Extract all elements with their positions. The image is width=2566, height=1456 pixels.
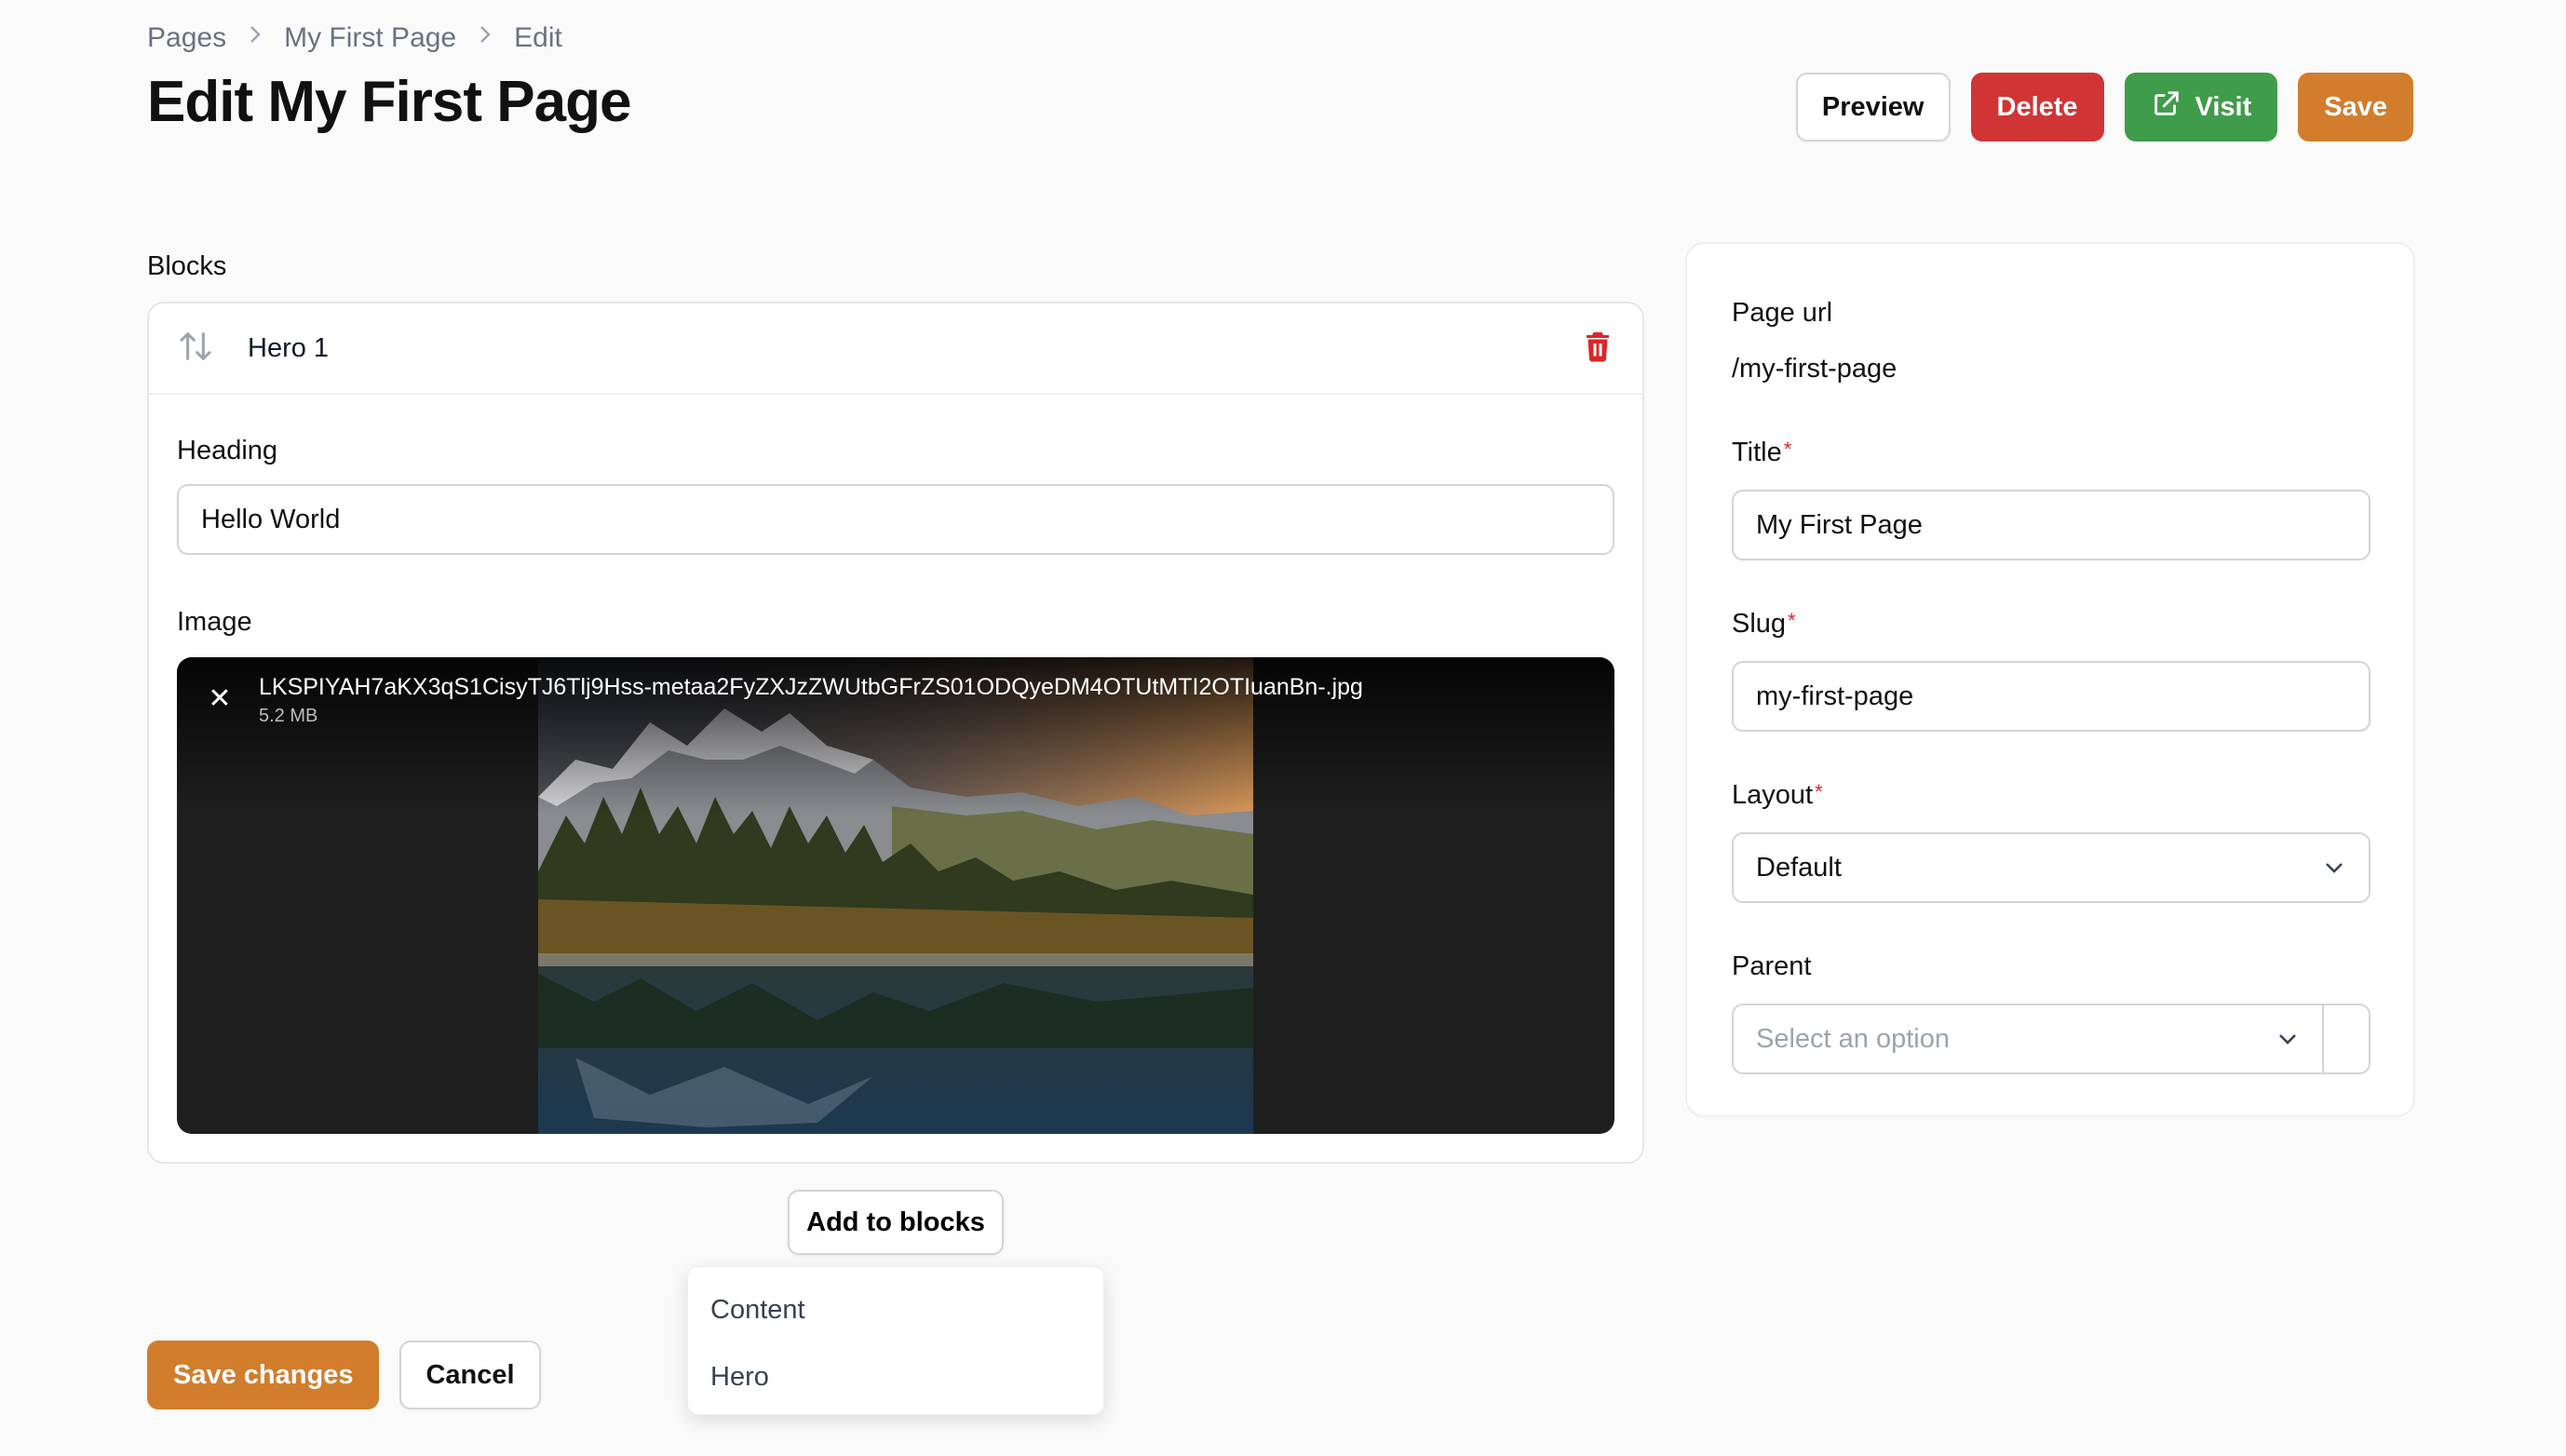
layout-select[interactable]: Default — [1732, 832, 2370, 903]
breadcrumb-pages[interactable]: Pages — [147, 22, 226, 54]
title-value: My First Page — [1756, 509, 1923, 540]
page-title: Edit My First Page — [147, 70, 631, 134]
close-icon[interactable]: ✕ — [199, 678, 240, 719]
file-size: 5.2 MB — [259, 706, 318, 726]
title-input[interactable]: My First Page — [1732, 490, 2370, 560]
footer-actions: Save changes Cancel — [147, 1341, 541, 1409]
layout-label-text: Layout — [1732, 780, 1814, 810]
slug-value: my-first-page — [1756, 681, 1914, 711]
page-url-label: Page url — [1732, 298, 1833, 328]
parent-placeholder: Select an option — [1756, 1023, 1950, 1054]
title-label-text: Title — [1732, 438, 1782, 467]
menu-item-hero[interactable]: Hero — [688, 1343, 1103, 1410]
breadcrumb-edit: Edit — [514, 22, 562, 53]
required-mark: * — [1783, 438, 1792, 461]
preview-label: Preview — [1821, 91, 1924, 122]
sort-arrows-icon[interactable] — [177, 328, 214, 370]
save-button[interactable]: Save — [2298, 73, 2413, 142]
parent-select[interactable]: Select an option — [1732, 1004, 2324, 1074]
breadcrumb: Pages My First Page Edit — [147, 22, 562, 54]
chevron-right-icon — [247, 22, 263, 54]
save-changes-label: Save changes — [173, 1359, 354, 1390]
slug-input[interactable]: my-first-page — [1732, 661, 2370, 732]
cancel-label: Cancel — [425, 1359, 515, 1390]
layout-value: Default — [1756, 852, 1842, 883]
trash-icon[interactable] — [1581, 329, 1614, 369]
block-type-menu: Content Hero — [687, 1266, 1104, 1415]
slug-label-text: Slug — [1732, 609, 1787, 639]
required-mark: * — [1815, 780, 1823, 803]
menu-item-content[interactable]: Content — [688, 1276, 1103, 1343]
heading-input[interactable]: Hello World — [177, 484, 1614, 555]
hero-block-card: Hero 1 Heading Hello World Image ✕ LKSPI… — [147, 302, 1644, 1164]
save-label: Save — [2324, 91, 2387, 122]
visit-button[interactable]: Visit — [2124, 73, 2278, 142]
cancel-button[interactable]: Cancel — [399, 1341, 541, 1409]
block-title: Hero 1 — [248, 332, 330, 363]
chevron-right-icon — [477, 22, 493, 54]
delete-button[interactable]: Delete — [1970, 73, 2104, 142]
header-actions: Preview Delete Visit Save — [1795, 73, 2413, 142]
heading-value: Hello World — [201, 504, 341, 534]
visit-label: Visit — [2195, 91, 2252, 122]
block-header: Hero 1 — [149, 303, 1642, 395]
required-mark: * — [1788, 609, 1796, 632]
chevron-down-icon — [2276, 1024, 2300, 1055]
title-label: Title* — [1732, 438, 1791, 468]
save-changes-button[interactable]: Save changes — [147, 1341, 380, 1409]
preview-button[interactable]: Preview — [1795, 73, 1951, 142]
page-settings-card: Page url /my-first-page Title* My First … — [1685, 242, 2415, 1117]
image-upload-preview[interactable]: ✕ LKSPIYAH7aKX3qS1CisyTJ6Tlj9Hss-metaa2F… — [177, 657, 1614, 1134]
parent-label: Parent — [1732, 951, 1812, 981]
add-to-blocks-label: Add to blocks — [806, 1207, 985, 1237]
breadcrumb-my-first-page[interactable]: My First Page — [284, 22, 456, 54]
parent-select-addon[interactable] — [2322, 1004, 2370, 1074]
external-link-icon — [2151, 88, 2182, 127]
page-url-value: /my-first-page — [1732, 354, 1897, 384]
heading-label: Heading — [177, 436, 278, 465]
image-label: Image — [177, 607, 252, 637]
layout-label: Layout* — [1732, 780, 1823, 811]
chevron-down-icon — [2322, 853, 2346, 883]
add-to-blocks-button[interactable]: Add to blocks — [788, 1190, 1004, 1255]
blocks-label: Blocks — [147, 251, 227, 281]
file-name: LKSPIYAH7aKX3qS1CisyTJ6Tlj9Hss-metaa2FyZ… — [259, 674, 1363, 700]
slug-label: Slug* — [1732, 609, 1796, 640]
delete-label: Delete — [1996, 91, 2078, 122]
